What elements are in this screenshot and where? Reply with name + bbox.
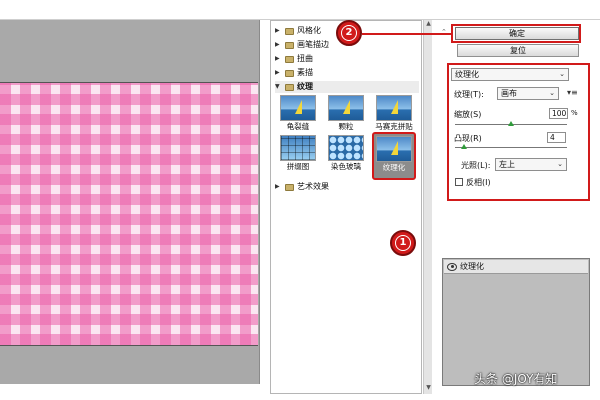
chevron-down-icon: ⌄	[557, 160, 563, 168]
preview-panel	[0, 20, 260, 384]
effect-layer-row[interactable]: 纹理化	[444, 260, 588, 274]
thumbnail-label: 龟裂缝	[286, 122, 310, 131]
thumbnail-label: 纹理化	[382, 163, 406, 172]
scroll-down-icon[interactable]: ▼	[424, 384, 433, 394]
category-distort[interactable]: ▶ 扭曲	[275, 53, 419, 65]
thumbnail-image	[328, 135, 364, 161]
relief-input[interactable]: 4	[547, 132, 566, 143]
texture-select[interactable]: 画布 ⌄	[497, 87, 559, 100]
category-label: 扭曲	[297, 54, 313, 63]
collapse-arrow-icon[interactable]: ⌃	[441, 28, 447, 36]
chevron-down-icon: ⌄	[549, 89, 555, 97]
watermark-text: 头条 @JOY有知	[474, 372, 558, 386]
thumbnail-image	[328, 95, 364, 121]
thumbnail-label: 染色玻璃	[331, 162, 361, 171]
scale-input[interactable]: 100	[549, 108, 568, 119]
ok-button-highlight	[451, 24, 581, 43]
category-label: 艺术效果	[297, 182, 329, 191]
filter-select-value: 纹理化	[455, 70, 479, 79]
collapsed-triangle-icon: ▶	[275, 55, 280, 62]
folder-icon	[285, 41, 294, 49]
thumbnail-label: 拼缀图	[286, 162, 310, 171]
light-label: 光照(L):	[461, 161, 491, 170]
folder-open-icon	[285, 83, 294, 91]
thumbnail-label: 马赛克拼贴	[375, 122, 413, 131]
effect-layer-label: 纹理化	[460, 262, 484, 271]
relief-slider[interactable]	[455, 144, 567, 149]
relief-label: 凸现(R)	[454, 134, 482, 143]
badge-number: 2	[341, 25, 357, 41]
expanded-triangle-icon: ▼	[275, 83, 280, 90]
category-label: 纹理	[297, 82, 313, 91]
thumbnail-image	[280, 95, 316, 121]
collapsed-triangle-icon: ▶	[275, 41, 280, 48]
thumb-craquelure[interactable]: 龟裂缝	[279, 95, 317, 139]
thumbnail-label: 颗粒	[338, 122, 354, 131]
folder-icon	[285, 55, 294, 63]
scroll-up-icon[interactable]: ▲	[424, 20, 433, 30]
texture-label: 纹理(T):	[454, 90, 484, 99]
eye-icon[interactable]	[447, 262, 457, 271]
collapsed-triangle-icon: ▶	[275, 27, 280, 34]
collapsed-triangle-icon: ▶	[275, 69, 280, 76]
texture-select-value: 画布	[501, 89, 517, 98]
category-label: 风格化	[297, 26, 321, 35]
filter-gallery: ▶ 风格化 ▶ 画笔描边 ▶ 扭曲 ▶ 素描 ▼ 纹理 龟裂缝 颗粒 马赛克拼贴…	[270, 20, 422, 394]
annotation-badge-2: 2	[336, 20, 362, 46]
category-texture[interactable]: ▼ 纹理	[275, 81, 419, 93]
folder-icon	[285, 27, 294, 35]
filter-select[interactable]: 纹理化 ⌄	[451, 68, 569, 81]
slider-knob-icon[interactable]	[460, 144, 467, 149]
annotation-badge-1: 1	[390, 230, 416, 256]
thumbnail-image	[280, 135, 316, 161]
invert-checkbox[interactable]	[455, 178, 463, 186]
gallery-scrollbar[interactable]: ▲ ▼	[423, 20, 432, 394]
reset-button[interactable]: 复位	[457, 44, 579, 57]
scale-slider[interactable]	[455, 121, 567, 126]
thumb-patchwork[interactable]: 拼缀图	[279, 135, 317, 179]
scale-unit: %	[571, 109, 578, 117]
effect-layers-panel: 纹理化	[442, 258, 590, 386]
category-artistic[interactable]: ▶ 艺术效果	[275, 181, 419, 193]
light-select-value: 左上	[499, 160, 515, 169]
collapsed-triangle-icon: ▶	[275, 183, 280, 190]
thumb-stained-glass[interactable]: 染色玻璃	[327, 135, 365, 179]
light-select[interactable]: 左上 ⌄	[495, 158, 567, 171]
category-sketch[interactable]: ▶ 素描	[275, 67, 419, 79]
thumb-grain[interactable]: 颗粒	[327, 95, 365, 139]
folder-icon	[285, 69, 294, 77]
annotation-connector	[362, 33, 452, 35]
badge-number: 1	[395, 235, 411, 251]
invert-label: 反相(I)	[466, 178, 491, 187]
category-label: 画笔描边	[297, 40, 329, 49]
scale-label: 缩放(S)	[454, 110, 482, 119]
thumb-texturizer[interactable]: 纹理化	[372, 132, 416, 180]
thumbnail-image	[376, 136, 412, 162]
texture-menu-icon[interactable]: ▾≡	[567, 88, 578, 97]
slider-knob-icon[interactable]	[508, 121, 514, 126]
chevron-down-icon: ⌄	[559, 70, 565, 78]
folder-icon	[285, 183, 294, 191]
preview-image	[0, 82, 258, 346]
thumbnail-image	[376, 95, 412, 121]
category-label: 素描	[297, 68, 313, 77]
